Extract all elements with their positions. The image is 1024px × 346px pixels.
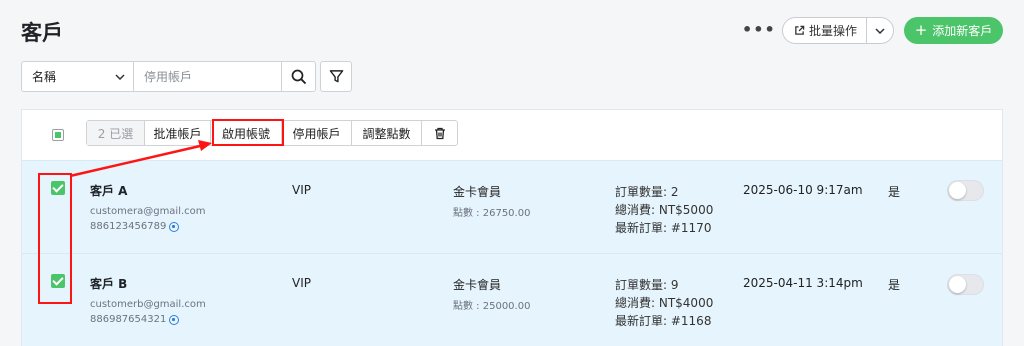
customer-phone: 886987654321 [90,314,180,325]
bulk-operations-group: 批量操作 [782,17,895,44]
customer-phone: 886123456789 [90,221,180,232]
external-link-icon [795,25,805,35]
customer-email: customerb@gmail.com [90,299,206,310]
membership-level: 金卡會員 [453,185,502,199]
row-checkbox[interactable] [51,181,65,195]
status-flag: 是 [888,185,901,199]
filter-icon [329,70,343,83]
bulk-operations-dropdown[interactable] [867,18,893,43]
more-horizontal-icon: ••• [742,20,776,39]
search-field-label: 名稱 [32,70,57,84]
registration-date: 2025-06-10 9:17am [743,183,863,197]
delete-button[interactable] [422,121,457,145]
table-row[interactable]: 客戶 A customera@gmail.com 886123456789 VI… [22,160,1002,253]
chevron-down-icon [115,73,125,80]
order-count: 訂單數量: 9 [615,278,679,292]
plus-icon: + [914,21,928,39]
search-icon [291,69,306,84]
search-bar: 名稱 [21,61,316,92]
account-toggle[interactable] [947,180,984,201]
account-toggle[interactable] [947,274,984,295]
selected-count: 2 已選 [87,121,145,145]
order-count: 訂單數量: 2 [615,185,679,199]
more-options-button[interactable]: ••• [742,19,775,43]
trash-icon [434,127,445,139]
points-balance: 點數 : 26750.00 [453,208,531,219]
customer-name[interactable]: 客戶 B [90,275,127,292]
select-all-checkbox[interactable] [52,129,64,141]
approve-account-button[interactable]: 批准帳戶 [145,121,211,145]
search-button[interactable] [281,61,316,92]
search-field-select[interactable]: 名稱 [21,61,133,92]
adjust-points-button[interactable]: 調整點數 [352,121,422,145]
add-customer-button[interactable]: + 添加新客戶 [904,17,1003,44]
total-spent: 總消費: NT$5000 [615,203,714,217]
chevron-down-icon [875,27,885,34]
bulk-action-bar: 2 已選 批准帳戶 啟用帳號 停用帳戶 調整點數 [86,120,458,146]
points-balance: 點數 : 25000.00 [453,301,531,312]
row-checkbox[interactable] [51,274,65,288]
latest-order: 最新訂單: #1170 [615,221,712,235]
page-title: 客戶 [21,21,63,45]
whatsapp-icon[interactable] [169,314,180,325]
customer-name[interactable]: 客戶 A [90,182,127,199]
status-flag: 是 [888,278,901,292]
customer-tier: VIP [292,276,311,290]
disable-account-button[interactable]: 停用帳戶 [282,121,352,145]
latest-order: 最新訂單: #1168 [615,314,712,328]
total-spent: 總消費: NT$4000 [615,296,714,310]
customer-table: 2 已選 批准帳戶 啟用帳號 停用帳戶 調整點數 客戶 A customera@… [21,109,1003,346]
whatsapp-icon[interactable] [169,221,180,232]
customer-email: customera@gmail.com [90,206,206,217]
enable-account-button[interactable]: 啟用帳號 [211,121,282,145]
registration-date: 2025-04-11 3:14pm [743,276,863,290]
membership-level: 金卡會員 [453,278,502,292]
bulk-operations-button[interactable]: 批量操作 [783,18,868,43]
phone-number: 886123456789 [90,221,167,232]
bulk-operations-label: 批量操作 [809,24,858,38]
customer-tier: VIP [292,183,311,197]
phone-number: 886987654321 [90,314,167,325]
filter-button[interactable] [320,61,352,92]
search-input[interactable] [133,61,281,92]
add-customer-label: 添加新客戶 [932,24,993,38]
table-row[interactable]: 客戶 B customerb@gmail.com 886987654321 VI… [22,253,1002,346]
